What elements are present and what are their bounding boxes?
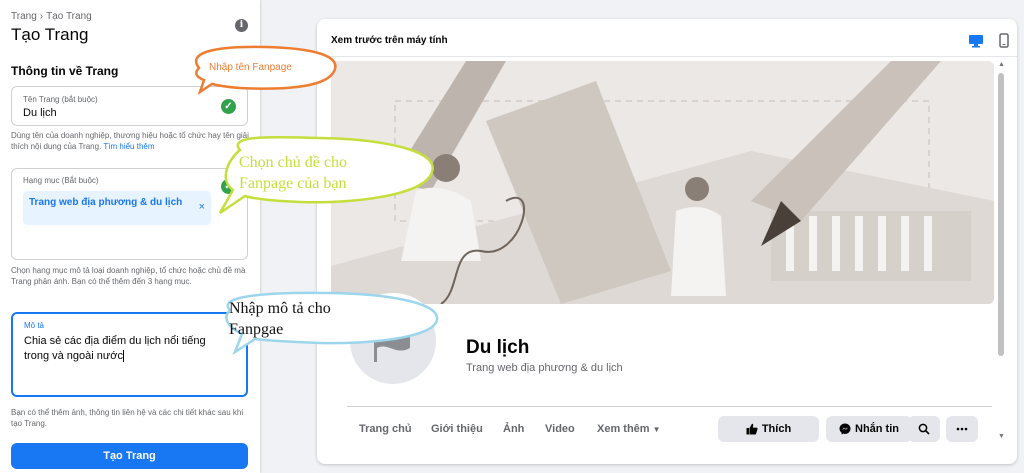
create-page-screen: Trang › Tạo Trang Tạo Trang i Thông tin về… bbox=[0, 0, 1024, 473]
annotation-name-note: Nhập tên Fanpage bbox=[209, 62, 292, 73]
annotation-category-note: Chọn chủ đề cho Fanpage của bạn bbox=[239, 154, 347, 192]
annotation-overlay bbox=[195, 45, 439, 356]
annotation-description-note: Nhập mô tả cho Fanpgae bbox=[229, 300, 331, 338]
